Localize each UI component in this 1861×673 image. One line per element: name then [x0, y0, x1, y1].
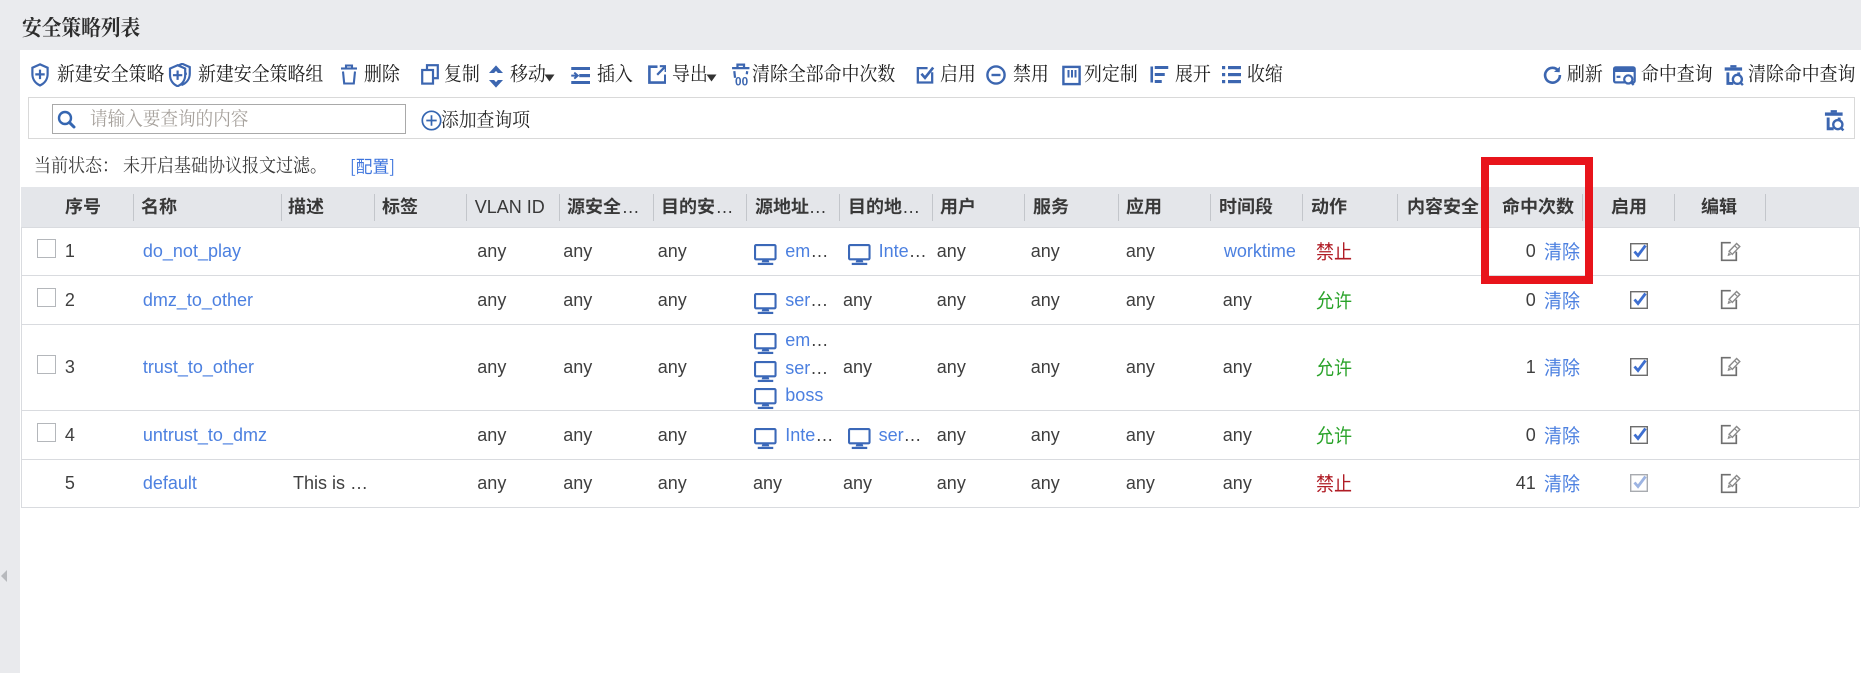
svg-text:00: 00 — [735, 75, 749, 86]
